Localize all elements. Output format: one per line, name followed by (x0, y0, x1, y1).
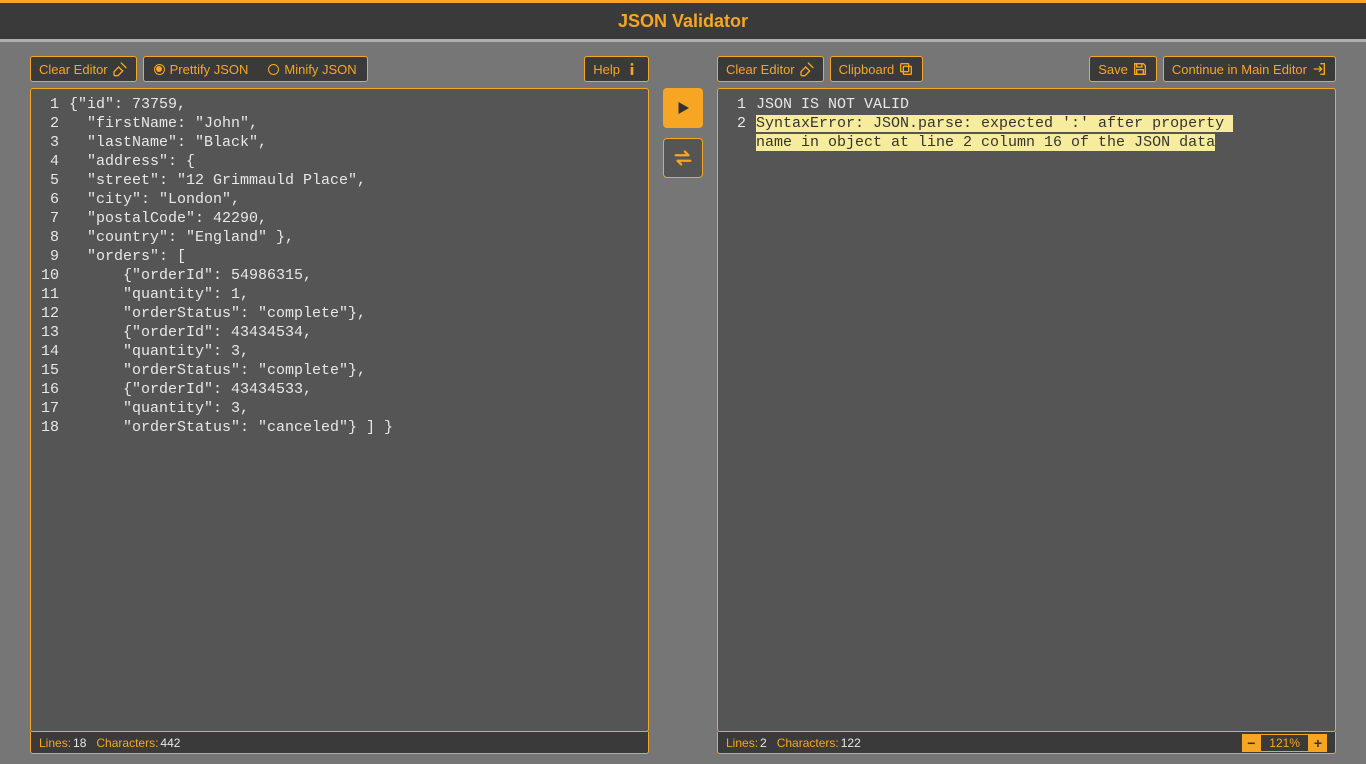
info-icon (624, 61, 640, 77)
chars-value: 122 (841, 736, 861, 750)
lines-value: 2 (760, 736, 767, 750)
main-area: Clear Editor Prettify JSON Minify JSON H… (0, 42, 1366, 764)
format-radio-group: Prettify JSON Minify JSON (143, 56, 368, 82)
line-gutter: 123456789101112131415161718 (31, 89, 65, 731)
copy-icon (898, 61, 914, 77)
eraser-icon (112, 61, 128, 77)
zoom-out-button[interactable]: − (1242, 734, 1260, 752)
clear-output-label: Clear Editor (726, 62, 795, 77)
radio-empty-icon (268, 64, 279, 75)
left-panel: Clear Editor Prettify JSON Minify JSON H… (30, 56, 649, 754)
right-toolbar: Clear Editor Clipboard Save Continue in … (717, 56, 1336, 82)
output-line1: JSON IS NOT VALID (756, 96, 909, 113)
lines-label: Lines: (39, 736, 71, 750)
page-title: JSON Validator (618, 11, 748, 32)
right-panel: Clear Editor Clipboard Save Continue in … (717, 56, 1336, 754)
minify-radio[interactable]: Minify JSON (258, 58, 366, 81)
save-icon (1132, 61, 1148, 77)
lines-label: Lines: (726, 736, 758, 750)
app-header: JSON Validator (0, 0, 1366, 42)
run-button[interactable] (663, 88, 703, 128)
left-toolbar: Clear Editor Prettify JSON Minify JSON H… (30, 56, 649, 82)
zoom-in-button[interactable]: + (1309, 734, 1327, 752)
prettify-label: Prettify JSON (170, 62, 249, 77)
lines-value: 18 (73, 736, 86, 750)
line-gutter: 12 (718, 89, 752, 731)
minify-label: Minify JSON (284, 62, 356, 77)
zoom-value: 121% (1260, 734, 1309, 752)
middle-actions (663, 56, 703, 754)
radio-filled-icon (154, 64, 165, 75)
chars-label: Characters: (777, 736, 839, 750)
input-editor[interactable]: 123456789101112131415161718 {"id": 73759… (30, 88, 649, 732)
clipboard-label: Clipboard (839, 62, 895, 77)
left-statusbar: Lines:18 Characters:442 (30, 732, 649, 754)
swap-icon (672, 147, 694, 169)
chars-label: Characters: (96, 736, 158, 750)
error-highlight: name in object at line 2 column 16 of th… (756, 134, 1215, 151)
zoom-control: − 121% + (1242, 734, 1327, 752)
swap-button[interactable] (663, 138, 703, 178)
exit-icon (1311, 61, 1327, 77)
help-button[interactable]: Help (584, 56, 649, 82)
clear-editor-button[interactable]: Clear Editor (30, 56, 137, 82)
right-statusbar: Lines:2 Characters:122 − 121% + (717, 732, 1336, 754)
chars-value: 442 (160, 736, 180, 750)
save-button[interactable]: Save (1089, 56, 1157, 82)
clipboard-button[interactable]: Clipboard (830, 56, 924, 82)
output-content: JSON IS NOT VALID SyntaxError: JSON.pars… (752, 89, 1335, 731)
save-label: Save (1098, 62, 1128, 77)
clear-editor-label: Clear Editor (39, 62, 108, 77)
help-label: Help (593, 62, 620, 77)
clear-output-button[interactable]: Clear Editor (717, 56, 824, 82)
continue-button[interactable]: Continue in Main Editor (1163, 56, 1336, 82)
continue-label: Continue in Main Editor (1172, 62, 1307, 77)
eraser-icon (799, 61, 815, 77)
prettify-radio[interactable]: Prettify JSON (144, 58, 259, 81)
error-highlight: SyntaxError: JSON.parse: expected ':' af… (756, 115, 1233, 132)
output-editor[interactable]: 12 JSON IS NOT VALID SyntaxError: JSON.p… (717, 88, 1336, 732)
code-content: {"id": 73759, "firstName: "John", "lastN… (65, 89, 648, 731)
play-icon (674, 99, 692, 117)
